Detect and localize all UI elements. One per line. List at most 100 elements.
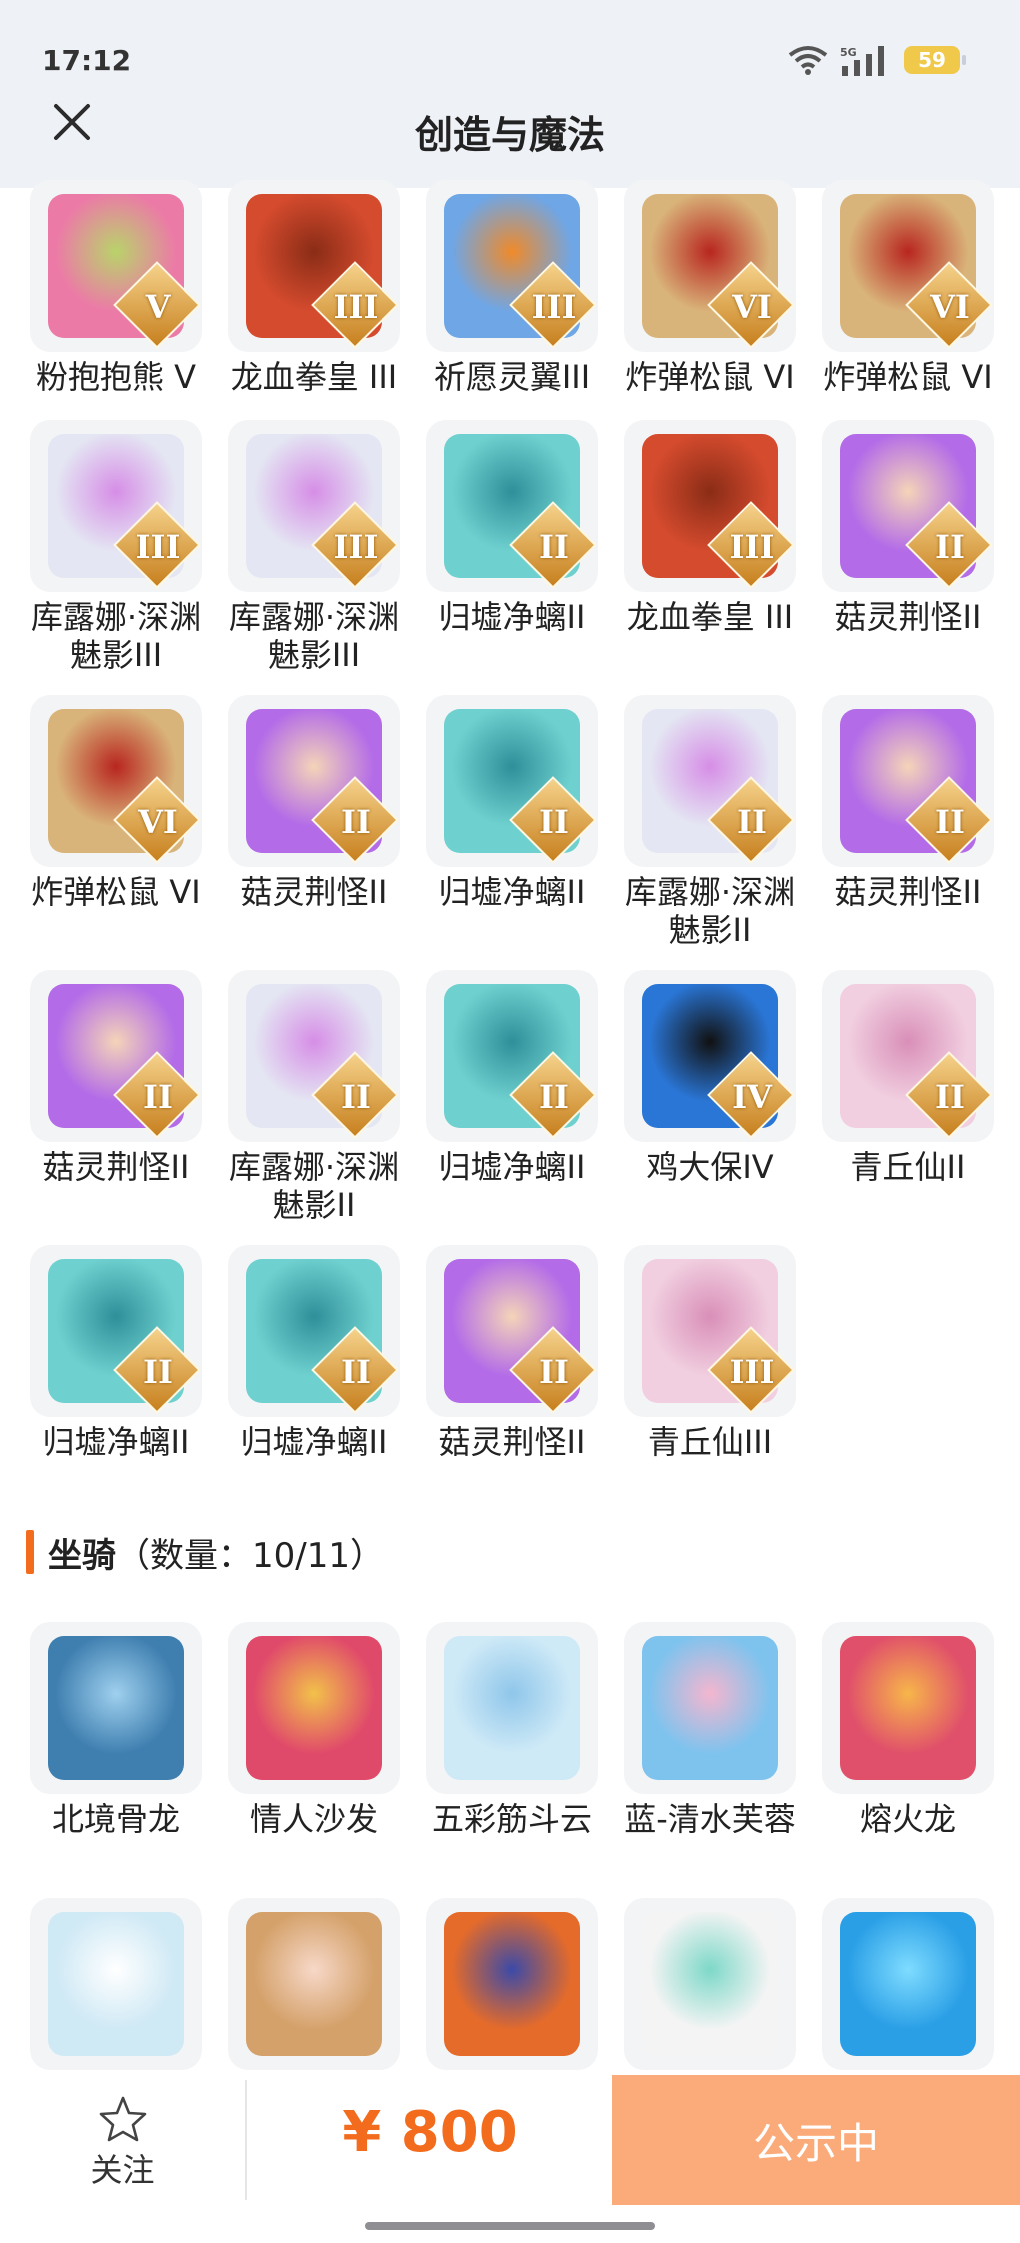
publicity-status-button[interactable]: 公示中 — [612, 2075, 1020, 2205]
pet-thumbnail[interactable]: II — [822, 970, 994, 1142]
pet-card[interactable]: II 库露娜·深渊魅影II — [220, 970, 408, 1224]
tier-badge-label: II — [143, 1353, 173, 1391]
tier-badge-label: III — [729, 528, 775, 566]
pet-card[interactable]: III 龙血拳皇 III — [616, 420, 804, 636]
mount-thumbnail[interactable] — [426, 1898, 598, 2070]
mount-thumbnail[interactable] — [30, 1898, 202, 2070]
pet-thumbnail[interactable]: III — [228, 180, 400, 352]
pet-thumbnail[interactable]: IV — [624, 970, 796, 1142]
pet-thumbnail[interactable]: VI — [822, 180, 994, 352]
header-background — [0, 0, 1020, 188]
mount-card[interactable] — [616, 1898, 804, 2076]
pet-thumbnail[interactable]: II — [426, 1245, 598, 1417]
pet-card[interactable]: II 归墟净螭II — [418, 970, 606, 1186]
pet-name: 菇灵荆怪II — [834, 598, 982, 636]
skateboard-icon — [48, 1912, 184, 2056]
pet-thumbnail[interactable]: II — [30, 1245, 202, 1417]
mount-card[interactable] — [418, 1898, 606, 2076]
pet-name: 祈愿灵翼III — [433, 358, 591, 396]
pet-card[interactable]: III 库露娜·深渊魅影III — [220, 420, 408, 674]
system-status-icons: 5G 59 — [788, 44, 966, 76]
tier-badge-label: II — [539, 1078, 569, 1116]
pet-card[interactable]: VI 炸弹松鼠 VI — [814, 180, 1002, 396]
pet-card[interactable]: VI 炸弹松鼠 VI — [616, 180, 804, 396]
pet-thumbnail[interactable]: II — [426, 420, 598, 592]
pet-thumbnail[interactable]: III — [228, 420, 400, 592]
pet-card[interactable]: III 龙血拳皇 III — [220, 180, 408, 396]
pet-name: 库露娜·深渊魅影II — [228, 1148, 400, 1224]
mount-card[interactable] — [220, 1898, 408, 2076]
pet-card[interactable]: II 菇灵荆怪II — [814, 695, 1002, 911]
pet-card[interactable]: II 菇灵荆怪II — [22, 970, 210, 1186]
mount-card[interactable]: 五彩筋斗云 — [418, 1622, 606, 1838]
tier-badge-label: III — [333, 528, 379, 566]
pet-thumbnail[interactable]: II — [624, 695, 796, 867]
mount-card[interactable]: 熔火龙 — [814, 1622, 1002, 1838]
mount-thumbnail[interactable] — [822, 1898, 994, 2070]
mount-thumbnail[interactable] — [426, 1622, 598, 1794]
pet-name: 青丘仙III — [647, 1423, 773, 1461]
pet-thumbnail[interactable]: II — [30, 970, 202, 1142]
page-title: 创造与魔法 — [414, 113, 605, 157]
pet-card[interactable]: II 归墟净螭II — [22, 1245, 210, 1461]
pet-thumbnail[interactable]: III — [30, 420, 202, 592]
star-icon[interactable] — [98, 2095, 148, 2143]
pet-thumbnail[interactable]: III — [624, 420, 796, 592]
pet-name: 粉抱抱熊 V — [35, 358, 197, 396]
pet-card[interactable]: V 粉抱抱熊 V — [22, 180, 210, 396]
pet-thumbnail[interactable]: II — [426, 695, 598, 867]
pet-thumbnail[interactable]: II — [228, 695, 400, 867]
pet-card[interactable]: III 祈愿灵翼III — [418, 180, 606, 396]
price-label: ¥ 800 — [342, 2100, 518, 2165]
bone-dragon-icon — [48, 1636, 184, 1780]
mount-thumbnail[interactable] — [624, 1622, 796, 1794]
pet-thumbnail[interactable]: II — [228, 970, 400, 1142]
mount-thumbnail[interactable] — [822, 1622, 994, 1794]
pet-card[interactable]: III 库露娜·深渊魅影III — [22, 420, 210, 674]
mount-thumbnail[interactable] — [228, 1898, 400, 2070]
mount-name: 熔火龙 — [859, 1800, 956, 1838]
tier-badge-label: II — [737, 803, 767, 841]
pet-thumbnail[interactable]: II — [228, 1245, 400, 1417]
network-type-label: 5G — [840, 46, 857, 59]
mount-thumbnail[interactable] — [228, 1622, 400, 1794]
pet-thumbnail[interactable]: III — [426, 180, 598, 352]
tier-badge-label: II — [935, 803, 965, 841]
lava-dragon-icon — [840, 1636, 976, 1780]
pet-name: 菇灵荆怪II — [834, 873, 982, 911]
mount-card[interactable] — [814, 1898, 1002, 2076]
pet-card[interactable]: II 菇灵荆怪II — [220, 695, 408, 911]
status-time: 17:12 — [42, 44, 132, 77]
pet-card[interactable]: II 库露娜·深渊魅影II — [616, 695, 804, 949]
mount-card[interactable]: 情人沙发 — [220, 1622, 408, 1838]
pet-thumbnail[interactable]: III — [624, 1245, 796, 1417]
tier-badge-label: II — [341, 1078, 371, 1116]
pet-card[interactable]: IV 鸡大保IV — [616, 970, 804, 1186]
cloud-icon — [444, 1636, 580, 1780]
pet-card[interactable]: II 归墟净螭II — [418, 695, 606, 911]
pet-thumbnail[interactable]: VI — [624, 180, 796, 352]
pet-card[interactable]: II 归墟净螭II — [220, 1245, 408, 1461]
pet-name: 库露娜·深渊魅影II — [624, 873, 796, 949]
section-accent-bar — [26, 1530, 34, 1574]
mount-card[interactable]: 北境骨龙 — [22, 1622, 210, 1838]
mount-card[interactable]: 蓝-清水芙蓉 — [616, 1622, 804, 1838]
pet-thumbnail[interactable]: II — [426, 970, 598, 1142]
mount-thumbnail[interactable] — [30, 1622, 202, 1794]
pet-thumbnail[interactable]: II — [822, 420, 994, 592]
mount-thumbnail[interactable] — [624, 1898, 796, 2070]
mount-name: 北境骨龙 — [51, 1800, 180, 1838]
section-count: （数量：10/11） — [116, 1535, 384, 1576]
pet-card[interactable]: III 青丘仙III — [616, 1245, 804, 1461]
pet-card[interactable]: VI 炸弹松鼠 VI — [22, 695, 210, 911]
pet-card[interactable]: II 菇灵荆怪II — [814, 420, 1002, 636]
pet-card[interactable]: II 归墟净螭II — [418, 420, 606, 636]
pet-thumbnail[interactable]: V — [30, 180, 202, 352]
mount-card[interactable] — [22, 1898, 210, 2076]
pet-card[interactable]: II 菇灵荆怪II — [418, 1245, 606, 1461]
pet-thumbnail[interactable]: VI — [30, 695, 202, 867]
follow-label[interactable]: 关注 — [0, 2145, 245, 2191]
pet-thumbnail[interactable]: II — [822, 695, 994, 867]
tier-badge-label: III — [531, 288, 577, 326]
pet-card[interactable]: II 青丘仙II — [814, 970, 1002, 1186]
